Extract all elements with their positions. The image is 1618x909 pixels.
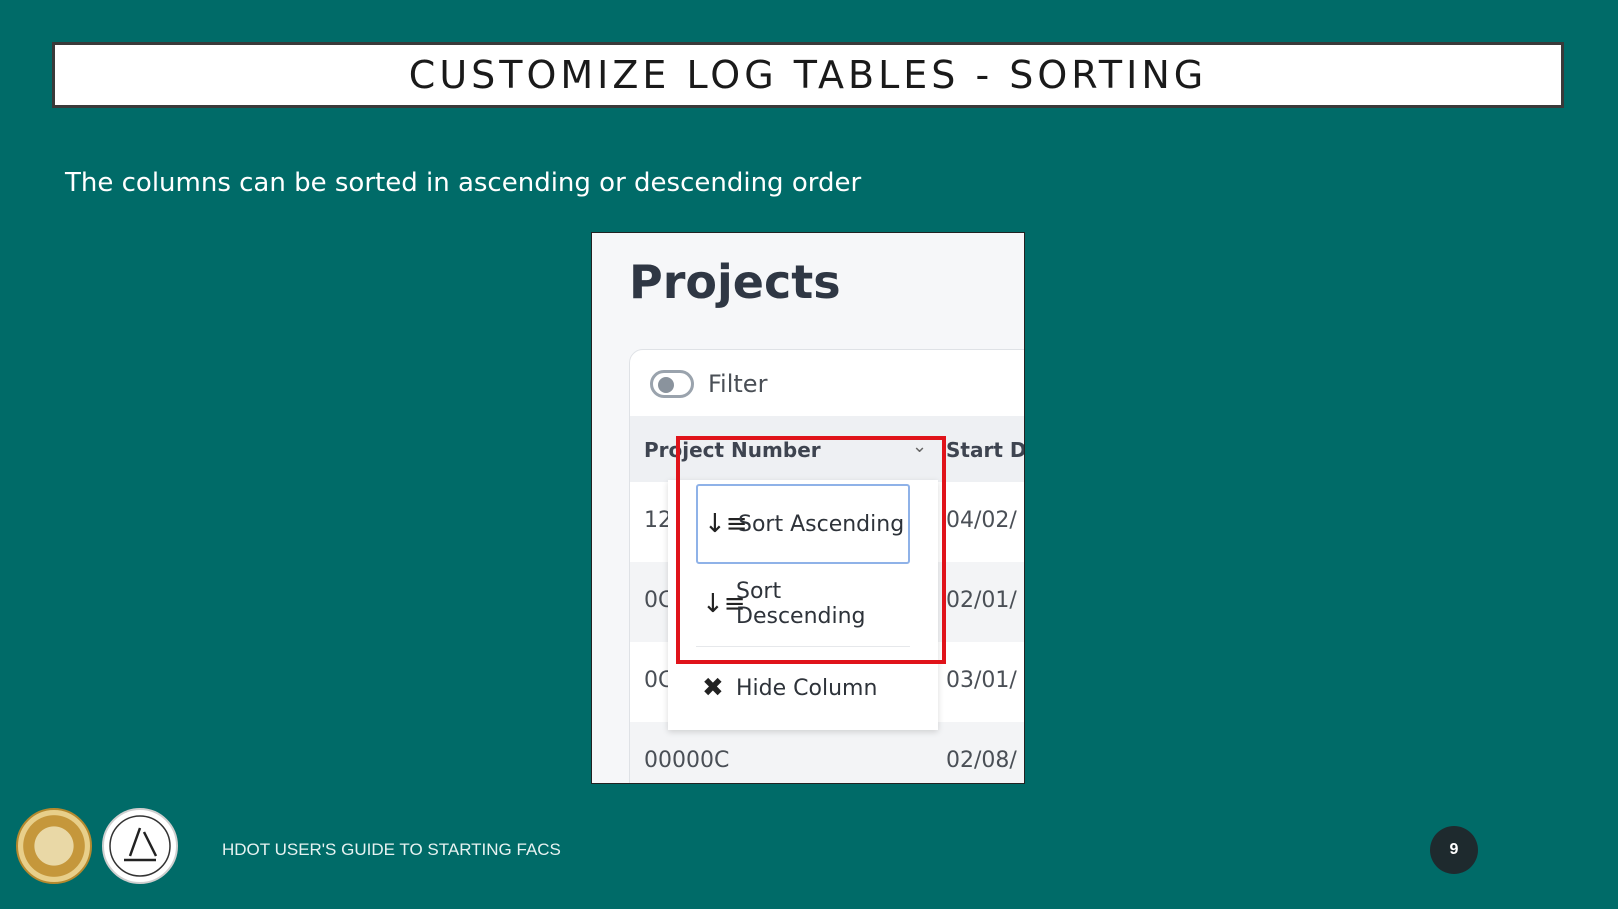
footer-text: HDOT USER'S GUIDE TO STARTING FACS — [222, 840, 561, 859]
cell-project-number: 00000C — [644, 748, 730, 773]
filter-toggle-knob — [658, 377, 674, 393]
cell-start-date: 04/02/ — [946, 508, 1017, 533]
column-header-start-date[interactable]: Start D — [946, 438, 1024, 462]
projects-title: Projects — [629, 255, 841, 309]
slide-title: CUSTOMIZE LOG TABLES - SORTING — [408, 53, 1208, 97]
page-number: 9 — [1430, 826, 1478, 874]
dot-logo — [102, 808, 178, 884]
slide-subtitle: The columns can be sorted in ascending o… — [65, 168, 862, 198]
state-seal-logo — [16, 808, 92, 884]
cell-start-date: 02/08/ — [946, 748, 1017, 773]
filter-label: Filter — [708, 370, 768, 398]
cell-start-date: 03/01/ — [946, 668, 1017, 693]
highlight-box — [676, 436, 946, 664]
table-row[interactable]: 00000C 02/08/ — [630, 722, 1024, 783]
cell-start-date: 02/01/ — [946, 588, 1017, 613]
filter-toggle[interactable] — [650, 370, 694, 398]
slide-title-box: CUSTOMIZE LOG TABLES - SORTING — [52, 42, 1564, 108]
hide-column-label: Hide Column — [736, 675, 878, 701]
close-icon: ✖ — [702, 673, 724, 703]
